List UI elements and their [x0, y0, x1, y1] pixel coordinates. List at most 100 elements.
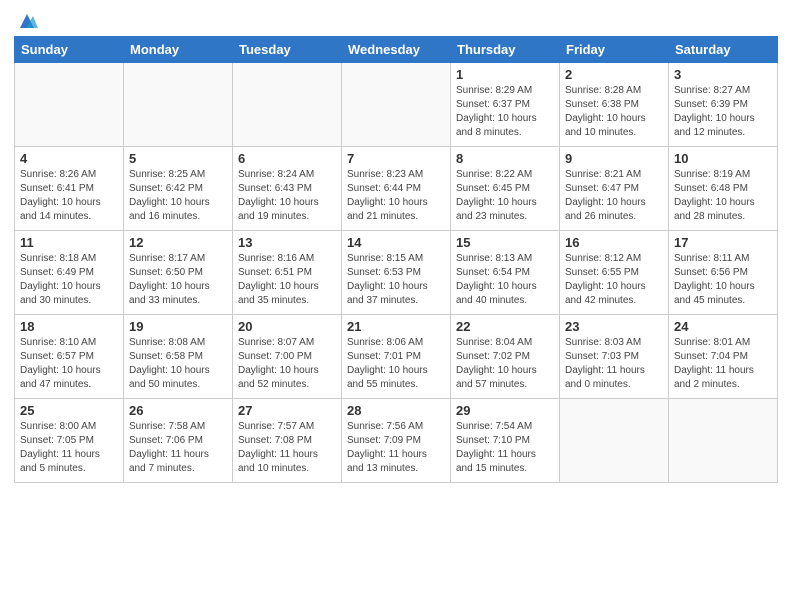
- day-info: Sunrise: 8:01 AM Sunset: 7:04 PM Dayligh…: [674, 336, 772, 392]
- day-info: Sunrise: 7:57 AM Sunset: 7:08 PM Dayligh…: [238, 420, 336, 476]
- day-info: Sunrise: 8:15 AM Sunset: 6:53 PM Dayligh…: [347, 252, 445, 308]
- day-number: 25: [20, 403, 118, 418]
- calendar-cell: 6Sunrise: 8:24 AM Sunset: 6:43 PM Daylig…: [233, 147, 342, 231]
- calendar-cell: 7 Sunrise: 8:23 AM Sunset: 6:44 PM Daylig…: [342, 147, 451, 231]
- week-row-0: 1Sunrise: 8:29 AM Sunset: 6:37 PM Daylig…: [15, 63, 778, 147]
- day-number: 11: [20, 235, 118, 250]
- calendar-cell: 23 Sunrise: 8:03 AM Sunset: 7:03 PM Dayli…: [560, 315, 669, 399]
- header: [14, 10, 778, 32]
- day-number: 20: [238, 319, 336, 334]
- calendar-cell: 21 Sunrise: 8:06 AM Sunset: 7:01 PM Dayli…: [342, 315, 451, 399]
- day-number: 19: [129, 319, 227, 334]
- day-info: Sunrise: 8:03 AM Sunset: 7:03 PM Dayligh…: [565, 336, 663, 392]
- week-row-3: 18 Sunrise: 8:10 AM Sunset: 6:57 PM Dayli…: [15, 315, 778, 399]
- calendar-cell: [342, 63, 451, 147]
- day-info: Sunrise: 8:22 AM Sunset: 6:45 PM Dayligh…: [456, 168, 554, 224]
- week-row-4: 25 Sunrise: 8:00 AM Sunset: 7:05 PM Dayli…: [15, 399, 778, 483]
- week-row-1: 4 Sunrise: 8:26 AM Sunset: 6:41 PM Daylig…: [15, 147, 778, 231]
- day-info: Sunrise: 8:25 AM Sunset: 6:42 PM Dayligh…: [129, 168, 227, 224]
- day-number: 6: [238, 151, 336, 166]
- day-number: 29: [456, 403, 554, 418]
- day-number: 13: [238, 235, 336, 250]
- day-number: 27: [238, 403, 336, 418]
- col-header-wednesday: Wednesday: [342, 37, 451, 63]
- day-number: 15: [456, 235, 554, 250]
- day-number: 28: [347, 403, 445, 418]
- calendar-cell: [669, 399, 778, 483]
- day-number: 10: [674, 151, 772, 166]
- calendar-cell: 12 Sunrise: 8:17 AM Sunset: 6:50 PM Dayli…: [124, 231, 233, 315]
- day-number: 9: [565, 151, 663, 166]
- calendar-cell: 19 Sunrise: 8:08 AM Sunset: 6:58 PM Dayli…: [124, 315, 233, 399]
- calendar-cell: 25 Sunrise: 8:00 AM Sunset: 7:05 PM Dayli…: [15, 399, 124, 483]
- calendar-cell: 8Sunrise: 8:22 AM Sunset: 6:45 PM Daylig…: [451, 147, 560, 231]
- col-header-tuesday: Tuesday: [233, 37, 342, 63]
- day-number: 17: [674, 235, 772, 250]
- day-number: 14: [347, 235, 445, 250]
- calendar-cell: 5 Sunrise: 8:25 AM Sunset: 6:42 PM Daylig…: [124, 147, 233, 231]
- day-info: Sunrise: 8:06 AM Sunset: 7:01 PM Dayligh…: [347, 336, 445, 392]
- calendar-cell: 18 Sunrise: 8:10 AM Sunset: 6:57 PM Dayli…: [15, 315, 124, 399]
- calendar-cell: 29 Sunrise: 7:54 AM Sunset: 7:10 PM Dayli…: [451, 399, 560, 483]
- day-number: 2: [565, 67, 663, 82]
- logo-icon: [16, 10, 38, 32]
- day-info: Sunrise: 7:56 AM Sunset: 7:09 PM Dayligh…: [347, 420, 445, 476]
- calendar-cell: [233, 63, 342, 147]
- calendar-cell: 2 Sunrise: 8:28 AM Sunset: 6:38 PM Daylig…: [560, 63, 669, 147]
- day-info: Sunrise: 8:19 AM Sunset: 6:48 PM Dayligh…: [674, 168, 772, 224]
- day-info: Sunrise: 8:11 AM Sunset: 6:56 PM Dayligh…: [674, 252, 772, 308]
- day-number: 24: [674, 319, 772, 334]
- day-info: Sunrise: 8:21 AM Sunset: 6:47 PM Dayligh…: [565, 168, 663, 224]
- day-info: Sunrise: 8:07 AM Sunset: 7:00 PM Dayligh…: [238, 336, 336, 392]
- col-header-monday: Monday: [124, 37, 233, 63]
- day-number: 21: [347, 319, 445, 334]
- day-info: Sunrise: 8:08 AM Sunset: 6:58 PM Dayligh…: [129, 336, 227, 392]
- calendar-cell: 28 Sunrise: 7:56 AM Sunset: 7:09 PM Dayli…: [342, 399, 451, 483]
- day-info: Sunrise: 8:13 AM Sunset: 6:54 PM Dayligh…: [456, 252, 554, 308]
- day-number: 7: [347, 151, 445, 166]
- calendar-cell: 4 Sunrise: 8:26 AM Sunset: 6:41 PM Daylig…: [15, 147, 124, 231]
- day-info: Sunrise: 8:29 AM Sunset: 6:37 PM Dayligh…: [456, 84, 554, 140]
- calendar-cell: [560, 399, 669, 483]
- day-info: Sunrise: 8:18 AM Sunset: 6:49 PM Dayligh…: [20, 252, 118, 308]
- calendar-cell: [124, 63, 233, 147]
- calendar-cell: 22 Sunrise: 8:04 AM Sunset: 7:02 PM Dayli…: [451, 315, 560, 399]
- week-row-2: 11 Sunrise: 8:18 AM Sunset: 6:49 PM Dayli…: [15, 231, 778, 315]
- day-info: Sunrise: 8:27 AM Sunset: 6:39 PM Dayligh…: [674, 84, 772, 140]
- col-header-thursday: Thursday: [451, 37, 560, 63]
- calendar-cell: 24 Sunrise: 8:01 AM Sunset: 7:04 PM Dayli…: [669, 315, 778, 399]
- calendar-cell: 13Sunrise: 8:16 AM Sunset: 6:51 PM Dayli…: [233, 231, 342, 315]
- col-header-saturday: Saturday: [669, 37, 778, 63]
- calendar-cell: 16 Sunrise: 8:12 AM Sunset: 6:55 PM Dayli…: [560, 231, 669, 315]
- day-info: Sunrise: 8:26 AM Sunset: 6:41 PM Dayligh…: [20, 168, 118, 224]
- day-info: Sunrise: 8:12 AM Sunset: 6:55 PM Dayligh…: [565, 252, 663, 308]
- calendar-cell: 26Sunrise: 7:58 AM Sunset: 7:06 PM Dayli…: [124, 399, 233, 483]
- calendar-cell: 1Sunrise: 8:29 AM Sunset: 6:37 PM Daylig…: [451, 63, 560, 147]
- day-info: Sunrise: 8:10 AM Sunset: 6:57 PM Dayligh…: [20, 336, 118, 392]
- day-info: Sunrise: 8:28 AM Sunset: 6:38 PM Dayligh…: [565, 84, 663, 140]
- day-number: 18: [20, 319, 118, 334]
- day-info: Sunrise: 8:17 AM Sunset: 6:50 PM Dayligh…: [129, 252, 227, 308]
- calendar: SundayMondayTuesdayWednesdayThursdayFrid…: [14, 36, 778, 483]
- day-info: Sunrise: 8:00 AM Sunset: 7:05 PM Dayligh…: [20, 420, 118, 476]
- day-info: Sunrise: 8:23 AM Sunset: 6:44 PM Dayligh…: [347, 168, 445, 224]
- calendar-cell: 9 Sunrise: 8:21 AM Sunset: 6:47 PM Daylig…: [560, 147, 669, 231]
- page-container: SundayMondayTuesdayWednesdayThursdayFrid…: [0, 0, 792, 493]
- day-number: 23: [565, 319, 663, 334]
- day-info: Sunrise: 7:54 AM Sunset: 7:10 PM Dayligh…: [456, 420, 554, 476]
- col-header-friday: Friday: [560, 37, 669, 63]
- calendar-cell: 17 Sunrise: 8:11 AM Sunset: 6:56 PM Dayli…: [669, 231, 778, 315]
- day-info: Sunrise: 8:04 AM Sunset: 7:02 PM Dayligh…: [456, 336, 554, 392]
- calendar-cell: 11 Sunrise: 8:18 AM Sunset: 6:49 PM Dayli…: [15, 231, 124, 315]
- calendar-cell: 20 Sunrise: 8:07 AM Sunset: 7:00 PM Dayli…: [233, 315, 342, 399]
- day-number: 4: [20, 151, 118, 166]
- col-header-sunday: Sunday: [15, 37, 124, 63]
- day-number: 12: [129, 235, 227, 250]
- day-number: 22: [456, 319, 554, 334]
- day-info: Sunrise: 7:58 AM Sunset: 7:06 PM Dayligh…: [129, 420, 227, 476]
- calendar-cell: 27 Sunrise: 7:57 AM Sunset: 7:08 PM Dayli…: [233, 399, 342, 483]
- day-number: 16: [565, 235, 663, 250]
- calendar-cell: 3 Sunrise: 8:27 AM Sunset: 6:39 PM Daylig…: [669, 63, 778, 147]
- day-number: 3: [674, 67, 772, 82]
- day-number: 5: [129, 151, 227, 166]
